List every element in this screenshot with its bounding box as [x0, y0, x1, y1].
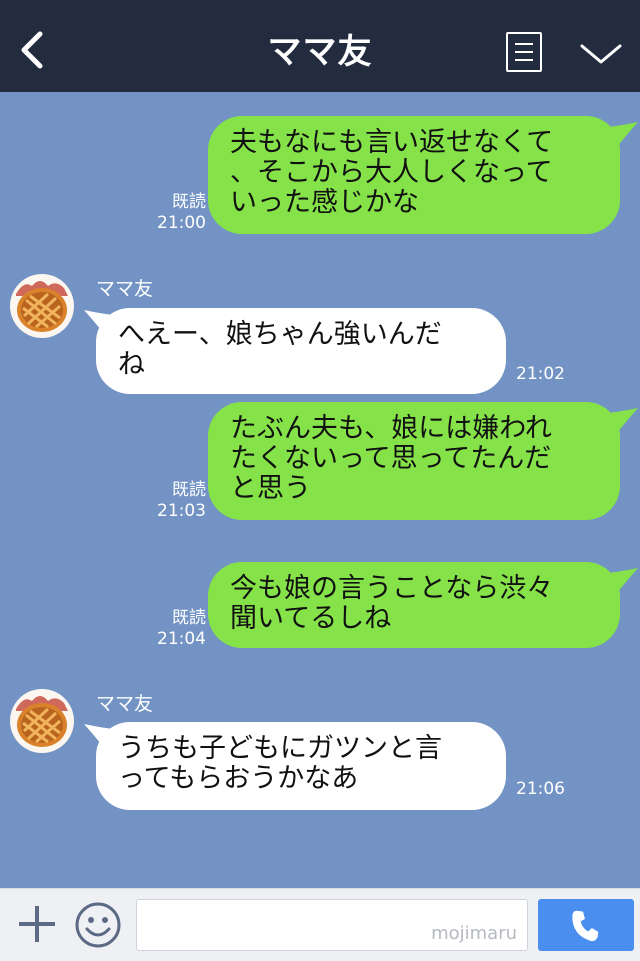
message-input[interactable]: mojimaru — [136, 899, 528, 951]
contact-avatar[interactable] — [10, 274, 74, 338]
message-list[interactable]: 既読 21:00 夫もなにも言い返せなくて 、そこから大人しくなって いった感じ… — [0, 92, 640, 888]
read-receipt: 既読 — [172, 192, 206, 212]
sender-name: ママ友 — [96, 278, 154, 300]
my-message-bubble[interactable]: 今も娘の言うことなら渋々 聞いてるしね — [208, 562, 620, 648]
chevron-down-icon[interactable] — [578, 38, 624, 68]
their-message-bubble[interactable]: へえー、娘ちゃん強いんだ ね — [96, 308, 506, 394]
chat-header: ママ友 — [0, 0, 640, 92]
read-receipt: 既読 — [172, 480, 206, 500]
sender-name: ママ友 — [96, 693, 154, 715]
message-time: 21:02 — [516, 364, 565, 384]
input-bar: mojimaru — [0, 888, 640, 961]
emoji-icon[interactable] — [74, 901, 122, 949]
notes-menu-icon[interactable] — [506, 32, 542, 72]
read-receipt: 既読 — [172, 608, 206, 628]
phone-icon — [572, 910, 599, 942]
message-meta: 既読 21:03 — [146, 480, 206, 522]
chat-title: ママ友 — [267, 32, 373, 72]
message-time: 21:04 — [157, 629, 206, 649]
message-time: 21:03 — [157, 501, 206, 521]
pie-avatar-icon — [11, 275, 73, 337]
plus-icon[interactable] — [16, 903, 58, 945]
contact-avatar[interactable] — [10, 689, 74, 753]
my-message-bubble[interactable]: 夫もなにも言い返せなくて 、そこから大人しくなって いった感じかな — [208, 116, 620, 234]
my-message-bubble[interactable]: たぶん夫も、娘には嫌われ たくないって思ってたんだ と思う — [208, 402, 620, 520]
message-time: 21:06 — [516, 779, 565, 799]
message-meta: 既読 21:04 — [146, 608, 206, 650]
watermark-text: mojimaru — [431, 923, 517, 944]
pie-avatar-icon — [11, 690, 73, 752]
message-meta: 既読 21:00 — [146, 192, 206, 234]
their-message-bubble[interactable]: うちも子どもにガツンと言 ってもらおうかなあ — [96, 722, 506, 810]
message-time: 21:00 — [157, 213, 206, 233]
call-button[interactable] — [538, 899, 634, 951]
